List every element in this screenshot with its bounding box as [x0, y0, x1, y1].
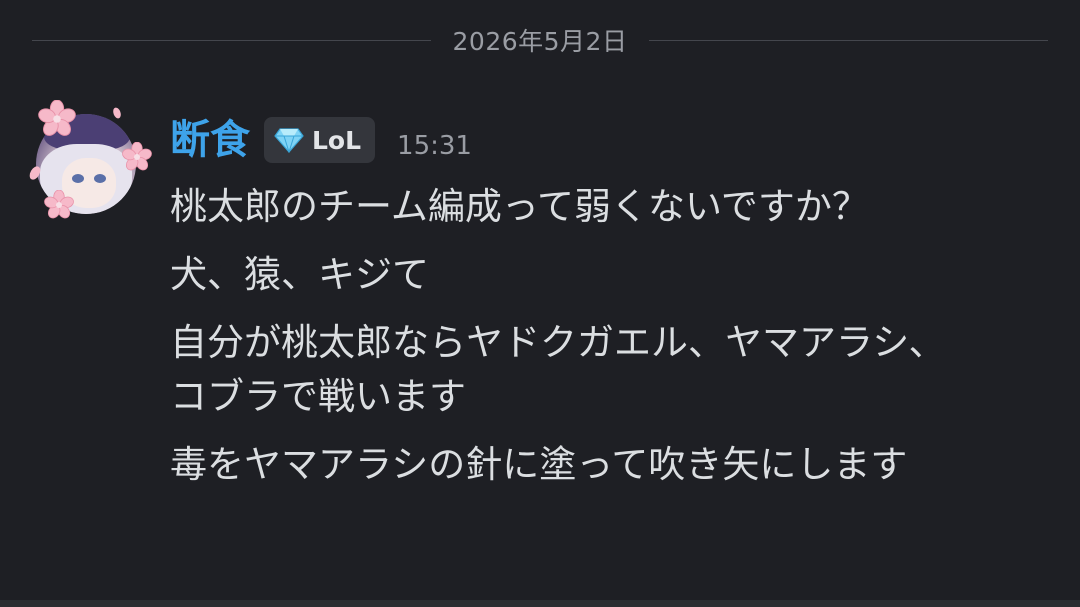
- sakura-flower-icon: [38, 100, 76, 138]
- bottom-bar: [0, 600, 1080, 607]
- server-tag[interactable]: LoL: [264, 117, 376, 163]
- sakura-flower-icon: [122, 142, 152, 172]
- message-lines: 桃太郎のチーム編成って弱くないですか？ 犬、猿、キジて 自分が桃太郎ならヤドクガ…: [170, 180, 1040, 506]
- message-text: 自分が桃太郎ならヤドクガエル、ヤマアラシ、コブラで戦います: [170, 321, 946, 418]
- message-text: 犬、猿、キジて: [170, 253, 429, 296]
- diamond-icon: [274, 127, 304, 154]
- message-text: 毒をヤマアラシの針に塗って吹き矢にします: [170, 443, 908, 486]
- avatar-eye-left: [72, 174, 84, 183]
- divider-line-right: [649, 39, 1048, 41]
- sakura-petal-icon: [26, 164, 44, 182]
- avatar[interactable]: [26, 96, 152, 220]
- divider-line-left: [32, 39, 431, 41]
- date-divider: 2026年5月2日: [32, 22, 1048, 58]
- chat-view: 2026年5月2日 断食 LoL 15:31 桃太郎のチーム編成って弱くないです…: [0, 0, 1080, 607]
- message-header: 断食 LoL 15:31: [170, 116, 472, 164]
- tag-label: LoL: [312, 125, 362, 155]
- sakura-petal-icon: [110, 106, 124, 120]
- sakura-flower-icon: [44, 190, 74, 220]
- message-text: 桃太郎のチーム編成って弱くないですか？: [170, 185, 869, 228]
- avatar-eye-right: [94, 174, 106, 183]
- date-label: 2026年5月2日: [452, 27, 628, 56]
- timestamp[interactable]: 15:31: [397, 131, 472, 161]
- username[interactable]: 断食: [170, 116, 250, 164]
